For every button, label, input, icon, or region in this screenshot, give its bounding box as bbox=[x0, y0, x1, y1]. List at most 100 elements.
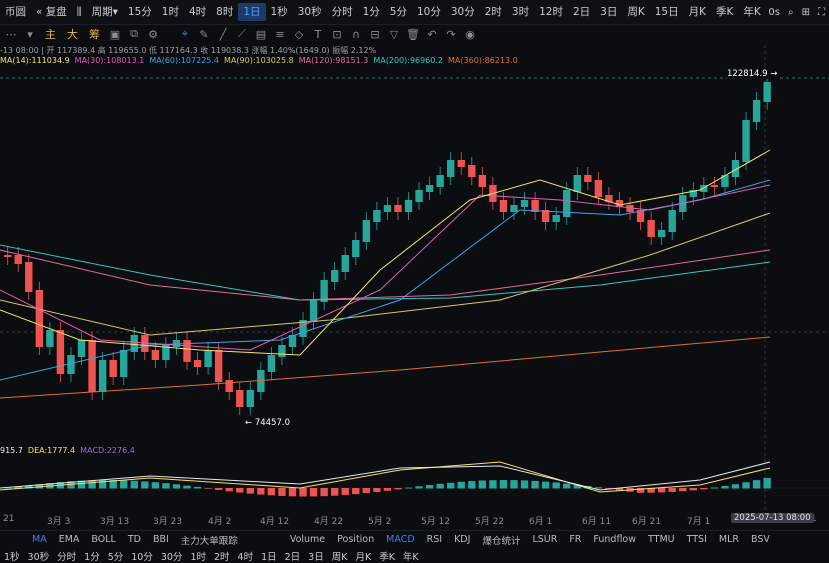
interval-tab[interactable]: 30分 bbox=[446, 3, 480, 21]
replay-button[interactable]: « 复盘 bbox=[31, 3, 72, 21]
measure-tool-icon[interactable]: ⊡ bbox=[330, 28, 344, 41]
line-tool-icon[interactable]: ╱ bbox=[216, 28, 230, 41]
settings-icon[interactable]: ⚙ bbox=[146, 28, 160, 41]
indicator-tab[interactable]: Volume bbox=[284, 534, 331, 545]
more-icon[interactable]: ⋯ bbox=[4, 28, 18, 41]
indicator-tab[interactable]: MACD bbox=[380, 534, 420, 545]
grid-icon[interactable]: ⊞ bbox=[802, 7, 810, 18]
interval-tab[interactable]: 1分 bbox=[358, 3, 385, 21]
bottom-interval-tab[interactable]: 1日 bbox=[257, 549, 281, 563]
interval-tab[interactable]: 10分 bbox=[412, 3, 446, 21]
indicator-tab[interactable]: RSI bbox=[421, 534, 448, 545]
bottom-interval-tab[interactable]: 30秒 bbox=[24, 549, 54, 563]
delete-icon[interactable]: 🗑 bbox=[406, 28, 420, 41]
cursor-icon[interactable]: ⌖ bbox=[178, 27, 192, 41]
bottom-interval-tab[interactable]: 月K bbox=[351, 549, 375, 563]
main-indicator-button[interactable]: 主 bbox=[42, 26, 59, 42]
lock-icon[interactable]: ⊟ bbox=[368, 28, 382, 41]
interval-tab[interactable]: 周K bbox=[622, 3, 649, 21]
bottom-interval-tab[interactable]: 3日 bbox=[304, 549, 328, 563]
redo-icon[interactable]: ↷ bbox=[444, 28, 458, 41]
interval-tab[interactable]: 12时 bbox=[534, 3, 568, 21]
bottom-interval-tab[interactable]: 30分 bbox=[157, 549, 187, 563]
indicator-tab[interactable]: KDJ bbox=[448, 534, 476, 545]
indicator-tab[interactable]: FR bbox=[563, 534, 587, 545]
ma-legend-item: MA(90):103025.8 bbox=[224, 56, 294, 65]
indicator-tab[interactable]: BSV bbox=[745, 534, 776, 545]
indicator-tab[interactable]: Position bbox=[331, 534, 380, 545]
shape-tool-icon[interactable]: ◇ bbox=[292, 28, 306, 41]
large-order-button[interactable]: 大 bbox=[64, 26, 81, 42]
text-tool-icon[interactable]: T bbox=[311, 28, 325, 41]
macd-legend-item: MACD:2276.4 bbox=[80, 446, 135, 455]
indicator-tab[interactable]: MLR bbox=[713, 534, 745, 545]
interval-tab[interactable]: 2日 bbox=[568, 3, 595, 21]
chart-type-button[interactable]: ⫼ bbox=[72, 3, 87, 21]
candle-body bbox=[573, 175, 581, 192]
bottom-interval-tab[interactable]: 季K bbox=[375, 549, 399, 563]
macd-histogram-bar bbox=[88, 480, 96, 489]
candle-body bbox=[352, 240, 360, 257]
chip-button[interactable]: 筹 bbox=[86, 26, 103, 42]
interval-tab[interactable]: 月K bbox=[684, 3, 711, 21]
candle-body bbox=[225, 380, 233, 392]
chevron-down-icon[interactable]: ▾ bbox=[23, 28, 37, 41]
bottom-interval-tab[interactable]: 1时 bbox=[186, 549, 210, 563]
indicator-tab[interactable]: 主力大单跟踪 bbox=[175, 533, 244, 547]
interval-tab[interactable]: 分时 bbox=[327, 3, 358, 21]
interval-tab[interactable]: 1时 bbox=[157, 3, 184, 21]
macd-histogram-bar bbox=[151, 482, 160, 489]
bottom-interval-tab[interactable]: 分时 bbox=[53, 549, 80, 563]
pen-icon[interactable]: ✎ bbox=[197, 28, 211, 41]
bottom-interval-tab[interactable]: 5分 bbox=[104, 549, 128, 563]
x-tick-label: 5月 12 bbox=[421, 517, 451, 527]
bottom-interval-tab[interactable]: 周K bbox=[328, 549, 352, 563]
replay-label: 复盘 bbox=[45, 6, 67, 18]
undo-icon[interactable]: ↶ bbox=[425, 28, 439, 41]
indicator-tab[interactable]: BOLL bbox=[85, 534, 121, 545]
eye-icon[interactable]: ◉ bbox=[463, 28, 477, 41]
indicator-tab[interactable]: BBI bbox=[147, 534, 175, 545]
interval-tab[interactable]: 3时 bbox=[507, 3, 534, 21]
channel-tool-icon[interactable]: ▤ bbox=[254, 28, 268, 41]
fib-tool-icon[interactable]: ≡ bbox=[273, 28, 287, 41]
fullscreen-icon[interactable]: ⛶ bbox=[818, 7, 825, 18]
interval-tab[interactable]: 15日 bbox=[650, 3, 684, 21]
indicator-tab[interactable]: Fundflow bbox=[587, 534, 642, 545]
macd-histogram-bar bbox=[721, 485, 729, 489]
bottom-interval-tab[interactable]: 1分 bbox=[80, 549, 104, 563]
indicator-tab[interactable]: TTSI bbox=[681, 534, 713, 545]
layout-icon[interactable]: ▣ bbox=[108, 28, 122, 41]
interval-tab[interactable]: 4时 bbox=[184, 3, 211, 21]
indicator-tab[interactable]: LSUR bbox=[526, 534, 563, 545]
snapshot-icon[interactable]: ⧉ bbox=[127, 27, 141, 41]
period-dropdown[interactable]: 周期▾ bbox=[87, 3, 123, 21]
bottom-interval-tab[interactable]: 2时 bbox=[210, 549, 234, 563]
filter-icon[interactable]: ▽ bbox=[387, 28, 401, 41]
interval-tab[interactable]: 8时 bbox=[211, 3, 238, 21]
interval-tab[interactable]: 3日 bbox=[595, 3, 622, 21]
bottom-interval-tab[interactable]: 4时 bbox=[234, 549, 258, 563]
ray-tool-icon[interactable]: ⟋ bbox=[235, 27, 249, 41]
bottom-interval-tab[interactable]: 年K bbox=[399, 549, 423, 563]
interval-tab[interactable]: 年K bbox=[738, 3, 765, 21]
interval-tab[interactable]: 季K bbox=[711, 3, 738, 21]
indicator-tab[interactable]: TTMU bbox=[642, 534, 681, 545]
interval-tab[interactable]: 5分 bbox=[385, 3, 412, 21]
macd-histogram-bar bbox=[330, 488, 339, 496]
bottom-interval-tab[interactable]: 10分 bbox=[127, 549, 157, 563]
indicator-tab[interactable]: TD bbox=[122, 534, 147, 545]
interval-tab[interactable]: 1秒 bbox=[266, 3, 293, 21]
interval-tab[interactable]: 30秒 bbox=[293, 3, 327, 21]
candle-body bbox=[647, 220, 655, 237]
indicator-tab[interactable]: EMA bbox=[53, 534, 86, 545]
interval-tab[interactable]: 15分 bbox=[123, 3, 157, 21]
interval-tab[interactable]: 2时 bbox=[480, 3, 507, 21]
magnet-icon[interactable]: ∩ bbox=[349, 28, 363, 41]
search-icon[interactable]: ⌕ bbox=[788, 7, 794, 18]
indicator-tab[interactable]: 爆仓统计 bbox=[476, 533, 526, 547]
indicator-tab[interactable]: MA bbox=[26, 534, 53, 545]
bottom-interval-tab[interactable]: 1秒 bbox=[0, 549, 24, 563]
interval-tab[interactable]: 1日 bbox=[238, 3, 266, 21]
bottom-interval-tab[interactable]: 2日 bbox=[281, 549, 305, 563]
